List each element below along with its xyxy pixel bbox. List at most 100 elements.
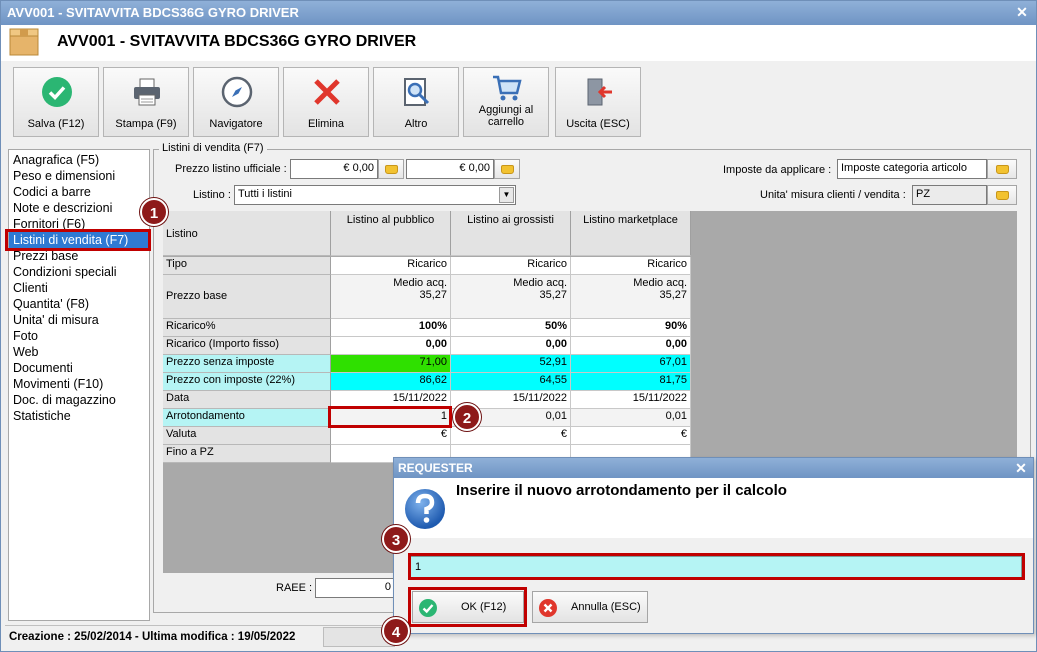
dialog-close-icon[interactable]: ✕ — [1013, 459, 1029, 477]
row-header-tipo: Tipo — [163, 257, 331, 275]
grid-cell[interactable]: 81,75 — [571, 373, 691, 391]
sidebar-selection-highlight — [5, 229, 151, 251]
status-text: Creazione : 25/02/2014 - Ultima modifica… — [9, 631, 296, 643]
sidebar-item-condizioni-speciali[interactable]: Condizioni speciali — [9, 264, 149, 280]
grid-cell-line: 35,27 — [659, 289, 687, 301]
column-header-grossisti[interactable]: Listino ai grossisti — [451, 211, 571, 256]
official-price-field-2[interactable]: € 0,00 — [406, 159, 494, 179]
sidebar-item-peso-dimensioni[interactable]: Peso e dimensioni — [9, 168, 149, 184]
other-button[interactable]: Altro — [373, 67, 459, 137]
sidebar-item-quantita[interactable]: Quantita' (F8) — [9, 296, 149, 312]
row-header-senza-imposte: Prezzo senza imposte — [163, 355, 331, 373]
folder-icon — [996, 165, 1009, 174]
grid-cell[interactable]: Ricarico — [451, 257, 571, 275]
grid-cell[interactable]: 67,01 — [571, 355, 691, 373]
grid-cell[interactable]: Ricarico — [571, 257, 691, 275]
official-price-lookup-button-2[interactable] — [494, 159, 520, 179]
sidebar-item-movimenti[interactable]: Movimenti (F10) — [9, 376, 149, 392]
add-to-cart-label-2: carrello — [487, 116, 525, 128]
save-button[interactable]: Salva (F12) — [13, 67, 99, 137]
grid-cell-line: 35,27 — [419, 289, 447, 301]
grid-cell-line: Medio acq. — [513, 277, 567, 289]
grid-cell-line: Medio acq. — [393, 277, 447, 289]
grid-corner-header: Listino — [163, 211, 331, 256]
sidebar-item-statistiche[interactable]: Statistiche — [9, 408, 149, 424]
sidebar-item-foto[interactable]: Foto — [9, 328, 149, 344]
grid-cell[interactable]: 100% — [331, 319, 451, 337]
uom-lookup-button[interactable] — [987, 185, 1017, 205]
raee-field[interactable]: 0 — [315, 578, 395, 598]
uom-field[interactable]: PZ — [912, 185, 987, 205]
close-icon[interactable]: ✕ — [1014, 4, 1030, 20]
official-price-field-1[interactable]: € 0,00 — [290, 159, 378, 179]
row-header-data: Data — [163, 391, 331, 409]
grid-cell[interactable]: 90% — [571, 319, 691, 337]
cancel-label: Annulla (ESC) — [571, 601, 641, 613]
grid-cell[interactable]: Medio acq. 35,27 — [571, 275, 691, 319]
taxes-field[interactable]: Imposte categoria articolo — [837, 159, 987, 179]
cancel-icon — [539, 599, 557, 617]
column-header-pubblico[interactable]: Listino al pubblico — [331, 211, 451, 256]
folder-icon — [385, 165, 398, 174]
add-to-cart-button[interactable]: Aggiungi al carrello — [463, 67, 549, 137]
delete-button[interactable]: Elimina — [283, 67, 369, 137]
taxes-label: Imposte da applicare : — [723, 164, 832, 176]
list-select[interactable]: Tutti i listini ▼ — [234, 185, 516, 205]
taxes-lookup-button[interactable] — [987, 159, 1017, 179]
dialog-body: Inserire il nuovo arrotondamento per il … — [394, 478, 1033, 538]
navigator-button[interactable]: Navigatore — [193, 67, 279, 137]
grid-cell[interactable]: 0,00 — [451, 337, 571, 355]
add-to-cart-label-1: Aggiungi al — [478, 104, 534, 116]
grid-cell[interactable]: 86,62 — [331, 373, 451, 391]
grid-cell[interactable]: 0,00 — [571, 337, 691, 355]
sidebar-item-doc-magazzino[interactable]: Doc. di magazzino — [9, 392, 149, 408]
sidebar-item-codici-barre[interactable]: Codici a barre — [9, 184, 149, 200]
grid-cell[interactable]: 15/11/2022 — [571, 391, 691, 409]
sidebar-item-web[interactable]: Web — [9, 344, 149, 360]
row-header-con-imposte: Prezzo con imposte (22%) — [163, 373, 331, 391]
row-header-ricarico-fisso: Ricarico (Importo fisso) — [163, 337, 331, 355]
column-header-marketplace[interactable]: Listino marketplace — [571, 211, 691, 256]
dialog-title-bar: REQUESTER ✕ — [394, 458, 1033, 478]
dialog-title: REQUESTER — [398, 461, 473, 475]
row-header-prezzo-base: Prezzo base — [163, 275, 331, 319]
grid-cell[interactable]: 71,00 — [331, 355, 451, 373]
grid-cell[interactable]: 0,00 — [331, 337, 451, 355]
requester-dialog: REQUESTER ✕ Inserire il nuovo arrotondam… — [393, 457, 1034, 634]
question-icon — [403, 487, 447, 531]
row-header-ricarico-pct: Ricarico% — [163, 319, 331, 337]
grid-cell[interactable]: 52,91 — [451, 355, 571, 373]
grid-cell[interactable]: € — [331, 427, 451, 445]
official-price-lookup-button-1[interactable] — [378, 159, 404, 179]
row-header-valuta: Valuta — [163, 427, 331, 445]
step-badge-2: 2 — [453, 403, 481, 431]
exit-door-icon — [587, 78, 612, 106]
price-lists-group-title: Listini di vendita (F7) — [159, 142, 267, 154]
cancel-button[interactable]: Annulla (ESC) — [532, 591, 648, 623]
sidebar-item-documenti[interactable]: Documenti — [9, 360, 149, 376]
grid-cell[interactable]: Ricarico — [331, 257, 451, 275]
grid-cell[interactable]: 64,55 — [451, 373, 571, 391]
chevron-down-icon[interactable]: ▼ — [499, 187, 514, 203]
grid-cell[interactable]: Medio acq. 35,27 — [331, 275, 451, 319]
sidebar-item-anagrafica[interactable]: Anagrafica (F5) — [9, 152, 149, 168]
print-button[interactable]: Stampa (F9) — [103, 67, 189, 137]
official-price-label: Prezzo listino ufficiale : — [175, 163, 287, 175]
grid-cell[interactable]: 0,01 — [571, 409, 691, 427]
row-header-fino-a: Fino a PZ — [163, 445, 331, 463]
toolbar: Salva (F12) Stampa (F9) Navigatore Elimi… — [1, 61, 1036, 143]
grid-cell[interactable]: 50% — [451, 319, 571, 337]
header: AVV001 - SVITAVVITA BDCS36G GYRO DRIVER — [1, 25, 1036, 61]
sidebar-item-unita-misura[interactable]: Unita' di misura — [9, 312, 149, 328]
other-label: Altro — [404, 118, 428, 130]
page-title: AVV001 - SVITAVVITA BDCS36G GYRO DRIVER — [57, 33, 417, 50]
uom-label: Unita' misura clienti / vendita : — [760, 189, 906, 201]
exit-button[interactable]: Uscita (ESC) — [555, 67, 641, 137]
title-bar: AVV001 - SVITAVVITA BDCS36G GYRO DRIVER … — [1, 1, 1036, 25]
grid-cell[interactable]: € — [571, 427, 691, 445]
compass-icon — [221, 76, 253, 108]
sidebar-item-clienti[interactable]: Clienti — [9, 280, 149, 296]
grid-cell[interactable]: Medio acq. 35,27 — [451, 275, 571, 319]
step-badge-3: 3 — [382, 525, 410, 553]
sidebar-item-note-descrizioni[interactable]: Note e descrizioni — [9, 200, 149, 216]
